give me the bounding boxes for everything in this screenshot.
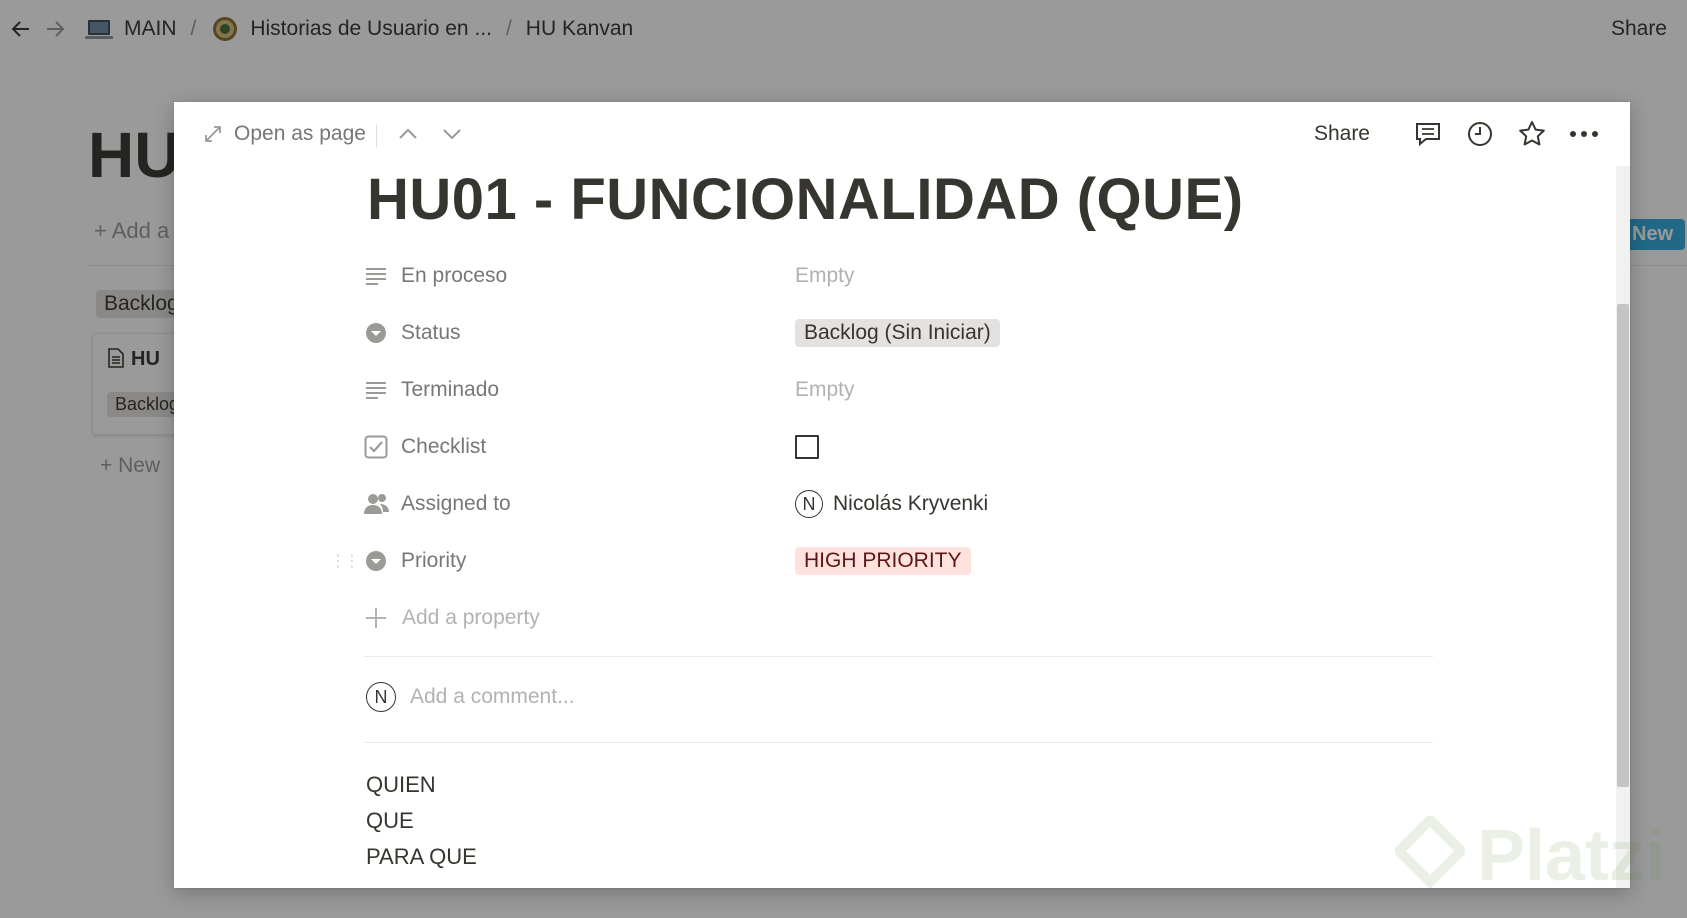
scrollbar-thumb[interactable]: [1617, 304, 1629, 787]
avatar: N: [795, 490, 823, 518]
property-terminado[interactable]: Terminado Empty: [364, 368, 1454, 412]
more-options-icon[interactable]: [1568, 118, 1600, 150]
page-body[interactable]: QUIEN QUE PARA QUE: [366, 767, 477, 875]
property-value[interactable]: [795, 435, 819, 459]
avatar: N: [366, 682, 396, 712]
select-icon: [364, 321, 388, 345]
property-value[interactable]: N Nicolás Kryvenki: [795, 490, 988, 518]
property-label: En proceso: [401, 264, 508, 287]
header-divider: [376, 124, 377, 148]
divider: [364, 742, 1433, 743]
page-title[interactable]: HU01 - FUNCIONALIDAD (QUE): [367, 166, 1244, 233]
property-checklist[interactable]: Checklist: [364, 425, 1454, 469]
page-peek-modal: Open as page Share HU01 - FUNCIONALIDAD …: [174, 102, 1630, 888]
body-line[interactable]: PARA QUE: [366, 839, 477, 875]
modal-header: Open as page Share: [174, 102, 1630, 166]
platzi-watermark: Platzi: [1395, 815, 1665, 897]
status-tag[interactable]: Backlog (Sin Iniciar): [795, 319, 1000, 347]
property-label: Assigned to: [401, 492, 511, 515]
checkbox-icon: [364, 435, 388, 459]
plus-icon: [364, 606, 388, 630]
property-value-empty[interactable]: Empty: [795, 264, 855, 288]
scrollbar-track[interactable]: [1616, 166, 1630, 888]
clock-icon[interactable]: [1464, 118, 1496, 150]
people-icon: [364, 492, 389, 516]
comment-icon[interactable]: [1412, 118, 1444, 150]
chevron-down-icon[interactable]: [438, 120, 466, 148]
property-assigned-to[interactable]: Assigned to N Nicolás Kryvenki: [364, 482, 1454, 526]
chevron-up-icon[interactable]: [394, 120, 422, 148]
property-en-proceso[interactable]: En proceso Empty: [364, 254, 1454, 298]
drag-handle-icon[interactable]: ⋮⋮: [330, 551, 360, 571]
comment-box[interactable]: N Add a comment...: [366, 682, 575, 712]
divider: [364, 656, 1433, 657]
assignee-name: Nicolás Kryvenki: [833, 492, 989, 515]
property-value-empty[interactable]: Empty: [795, 378, 855, 402]
property-priority[interactable]: ⋮⋮ Priority HIGH PRIORITY: [330, 539, 1454, 583]
star-icon[interactable]: [1516, 118, 1548, 150]
text-lines-icon: [364, 264, 388, 288]
checklist-checkbox[interactable]: [795, 435, 819, 459]
platzi-logo-icon: [1395, 816, 1465, 890]
property-label: Status: [401, 321, 461, 344]
text-lines-icon: [364, 378, 388, 402]
add-property-button[interactable]: Add a property: [364, 596, 1454, 640]
add-property-label: Add a property: [402, 606, 540, 629]
property-status[interactable]: Status Backlog (Sin Iniciar): [364, 311, 1454, 355]
body-line[interactable]: QUIEN: [366, 767, 477, 803]
property-label: Priority: [401, 549, 467, 572]
property-label: Checklist: [401, 435, 487, 458]
open-as-page-button[interactable]: Open as page: [202, 122, 366, 146]
property-label: Terminado: [401, 378, 500, 401]
expand-diagonal-icon: [202, 123, 224, 145]
body-line[interactable]: QUE: [366, 803, 477, 839]
priority-tag[interactable]: HIGH PRIORITY: [795, 547, 971, 575]
property-value[interactable]: HIGH PRIORITY: [795, 547, 971, 575]
select-icon: [364, 549, 388, 573]
comment-input[interactable]: Add a comment...: [410, 685, 575, 709]
modal-share-button[interactable]: Share: [1314, 122, 1370, 146]
property-value[interactable]: Backlog (Sin Iniciar): [795, 319, 1000, 347]
modal-header-actions: Share: [1314, 116, 1600, 152]
